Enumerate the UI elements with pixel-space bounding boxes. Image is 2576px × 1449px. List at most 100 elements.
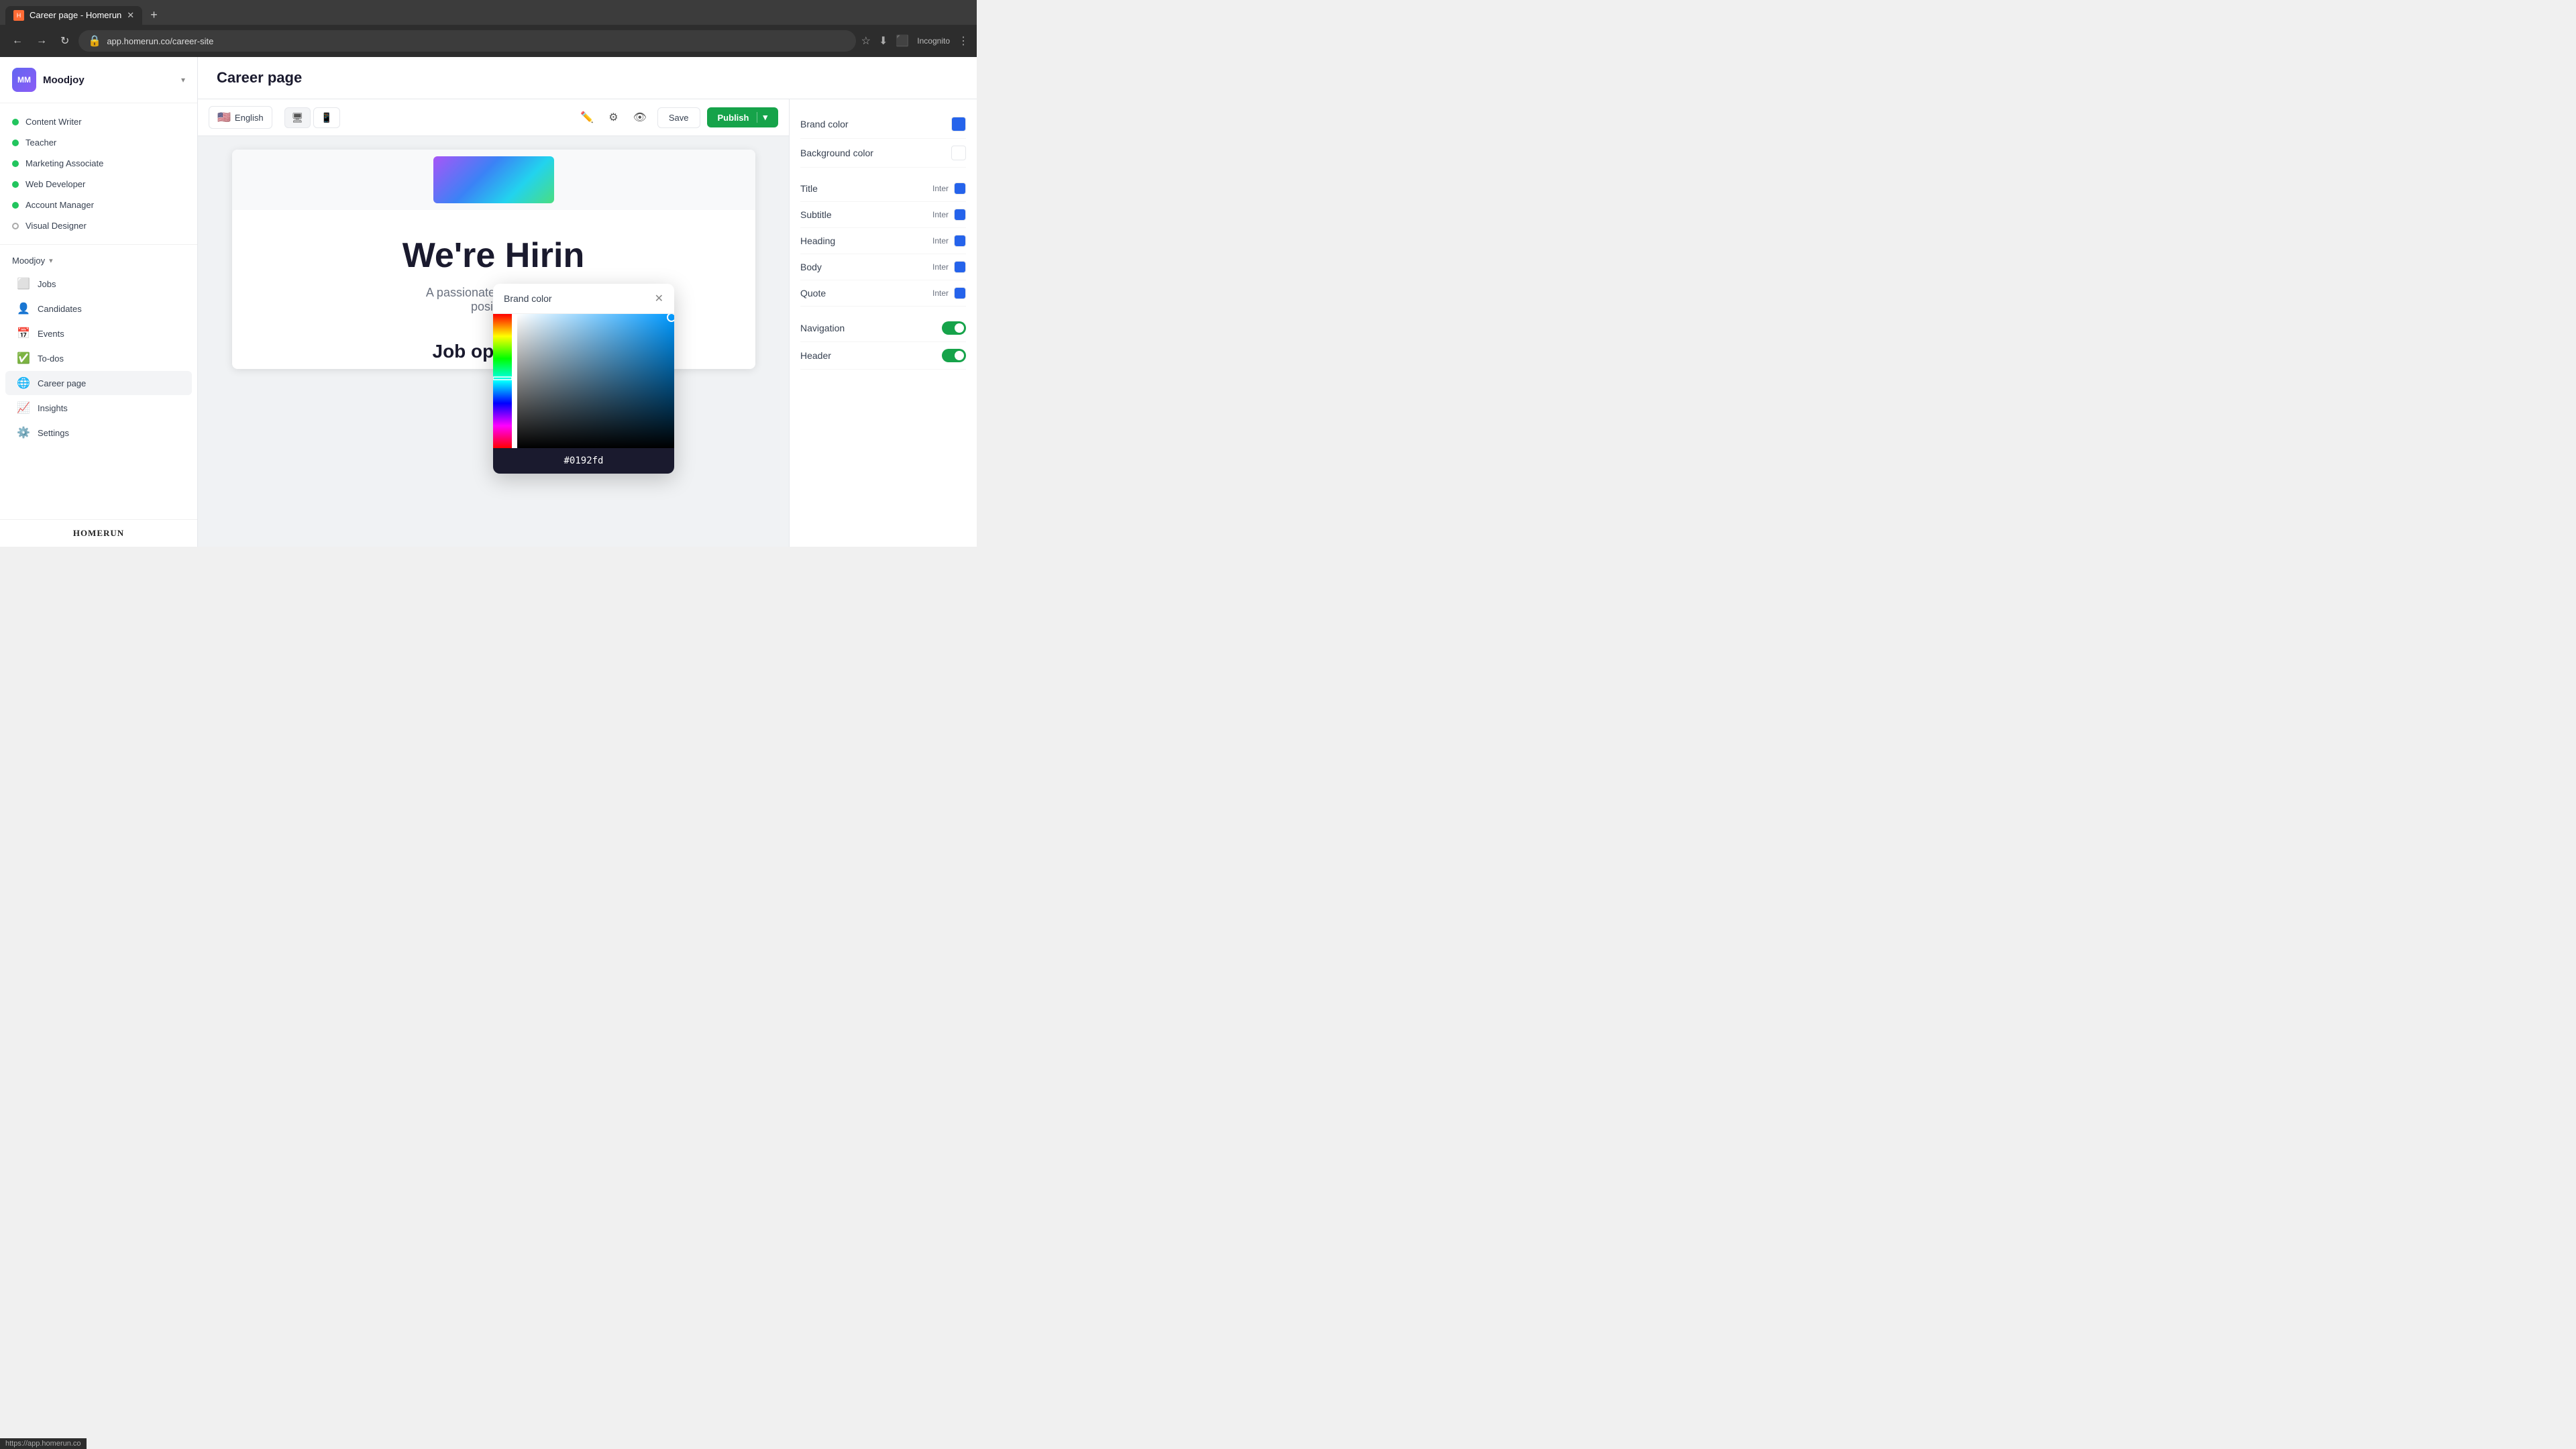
sidebar-item-settings[interactable]: ⚙️ Settings	[5, 421, 192, 445]
title-color-swatch[interactable]	[954, 182, 966, 195]
sidebar: MM Moodjoy ▾ Content Writer Teacher Mark…	[0, 57, 198, 547]
publish-dropdown-icon[interactable]: ▾	[757, 112, 767, 123]
subtitle-color-swatch[interactable]	[954, 209, 966, 221]
tab-close-button[interactable]: ✕	[127, 10, 134, 21]
preview-tool-button[interactable]: 👁	[629, 107, 651, 128]
jobs-icon: ⬜	[17, 278, 30, 290]
pen-tool-button[interactable]: ✏️	[576, 107, 598, 128]
sidebar-section-label[interactable]: Moodjoy ▾	[0, 250, 197, 271]
lang-label: English	[235, 113, 264, 123]
job-item-label: Content Writer	[25, 117, 82, 127]
active-tab[interactable]: H Career page - Homerun ✕	[5, 6, 142, 25]
panel-background-color-row: Background color	[800, 139, 966, 168]
extensions-icon[interactable]: ⬛	[896, 34, 909, 48]
menu-icon[interactable]: ⋮	[958, 34, 969, 48]
sidebar-item-career-page[interactable]: 🌐 Career page	[5, 371, 192, 395]
lang-flag: 🇺🇸	[217, 111, 231, 124]
heading-font-tag: Inter	[932, 236, 949, 246]
sidebar-item-events[interactable]: 📅 Events	[5, 321, 192, 345]
sidebar-footer: HOMERUN	[0, 519, 197, 547]
header-toggle[interactable]	[942, 349, 966, 362]
list-item[interactable]: Content Writer	[0, 111, 197, 132]
right-panel: Brand color Background color Title Inter	[789, 99, 977, 547]
preview-canvas: We're Hirin A passionate candidate...pos…	[198, 136, 789, 547]
heading-label: Heading	[800, 235, 835, 246]
language-selector[interactable]: 🇺🇸 English	[209, 106, 272, 129]
sidebar-item-todos[interactable]: ✅ To-dos	[5, 346, 192, 370]
save-button[interactable]: Save	[657, 107, 700, 128]
new-tab-button[interactable]: +	[145, 5, 163, 25]
tab-bar: H Career page - Homerun ✕ +	[0, 0, 977, 25]
back-button[interactable]: ←	[8, 32, 27, 50]
sidebar-item-candidates[interactable]: 👤 Candidates	[5, 297, 192, 321]
sidebar-item-label: Career page	[38, 378, 86, 388]
homerun-logo: HOMERUN	[12, 528, 185, 539]
title-label: Title	[800, 183, 818, 194]
list-item[interactable]: Visual Designer	[0, 215, 197, 236]
background-color-swatch[interactable]	[951, 146, 966, 160]
panel-colors-section: Brand color Background color	[800, 110, 966, 168]
status-dot-green	[12, 202, 19, 209]
body-font-tag: Inter	[932, 262, 949, 272]
quote-color-swatch[interactable]	[954, 287, 966, 299]
list-item[interactable]: Marketing Associate	[0, 153, 197, 174]
editor-toolbar: 🇺🇸 English 🖥 📱 ✏️ ⚙ 👁 Save Publish	[198, 99, 789, 136]
quote-font-row: Inter	[932, 287, 966, 299]
sidebar-item-label: Events	[38, 329, 64, 339]
editor-main: 🇺🇸 English 🖥 📱 ✏️ ⚙ 👁 Save Publish	[198, 99, 789, 547]
bookmark-icon[interactable]: ☆	[861, 34, 871, 48]
sidebar-item-jobs[interactable]: ⬜ Jobs	[5, 272, 192, 296]
page-title: Career page	[217, 69, 958, 87]
color-gradient-area[interactable]	[493, 314, 674, 448]
mobile-view-button[interactable]: 📱	[313, 107, 339, 128]
status-dot-green	[12, 181, 19, 188]
forward-button[interactable]: →	[32, 32, 51, 50]
preview-images	[232, 150, 755, 210]
panel-title-row: Title Inter	[800, 176, 966, 202]
color-hex-value[interactable]: #0192fd	[564, 455, 603, 466]
panel-heading-row: Heading Inter	[800, 228, 966, 254]
list-item[interactable]: Web Developer	[0, 174, 197, 195]
career-page-icon: 🌐	[17, 377, 30, 389]
panel-body-row: Body Inter	[800, 254, 966, 280]
brand-color-swatch[interactable]	[951, 117, 966, 131]
subtitle-font-row: Inter	[932, 209, 966, 221]
reload-button[interactable]: ↻	[56, 32, 73, 50]
tab-favicon: H	[13, 10, 24, 21]
quote-font-tag: Inter	[932, 288, 949, 298]
color-picker-close-button[interactable]: ✕	[655, 292, 663, 305]
header-label: Header	[800, 350, 831, 361]
status-dot-outline	[12, 223, 19, 229]
heading-color-swatch[interactable]	[954, 235, 966, 247]
status-url: https://app.homerun.co	[5, 1440, 81, 1448]
settings-icon: ⚙️	[17, 427, 30, 439]
main-content: Career page 🇺🇸 English 🖥 📱 ✏️	[198, 57, 977, 547]
sidebar-header: MM Moodjoy ▾	[0, 57, 197, 103]
sidebar-item-label: Candidates	[38, 304, 82, 314]
section-name: Moodjoy	[12, 256, 45, 266]
status-dot-green	[12, 160, 19, 167]
body-color-swatch[interactable]	[954, 261, 966, 273]
navigation-toggle[interactable]	[942, 321, 966, 335]
list-item[interactable]: Account Manager	[0, 195, 197, 215]
title-font-row: Inter	[932, 182, 966, 195]
desktop-view-button[interactable]: 🖥	[284, 107, 311, 128]
publish-button[interactable]: Publish ▾	[707, 107, 778, 127]
list-item[interactable]: Teacher	[0, 132, 197, 153]
browser-nav-icons: ☆ ⬇ ⬛ Incognito ⋮	[861, 34, 969, 48]
heading-font-row: Inter	[932, 235, 966, 247]
color-picker-title: Brand color	[504, 293, 552, 304]
device-toggle: 🖥 📱	[284, 107, 340, 128]
quote-label: Quote	[800, 288, 826, 299]
settings-tool-button[interactable]: ⚙	[604, 107, 622, 128]
brand-chevron-icon[interactable]: ▾	[181, 75, 185, 85]
url-text: app.homerun.co/career-site	[107, 36, 846, 46]
job-item-label: Web Developer	[25, 179, 85, 189]
editor-area: 🇺🇸 English 🖥 📱 ✏️ ⚙ 👁 Save Publish	[198, 99, 977, 547]
todos-icon: ✅	[17, 352, 30, 364]
address-bar[interactable]: 🔒 app.homerun.co/career-site	[78, 30, 855, 52]
download-icon[interactable]: ⬇	[879, 34, 888, 48]
panel-brand-color-row: Brand color	[800, 110, 966, 139]
sidebar-item-insights[interactable]: 📈 Insights	[5, 396, 192, 420]
nav-bar: ← → ↻ 🔒 app.homerun.co/career-site ☆ ⬇ ⬛…	[0, 25, 977, 57]
